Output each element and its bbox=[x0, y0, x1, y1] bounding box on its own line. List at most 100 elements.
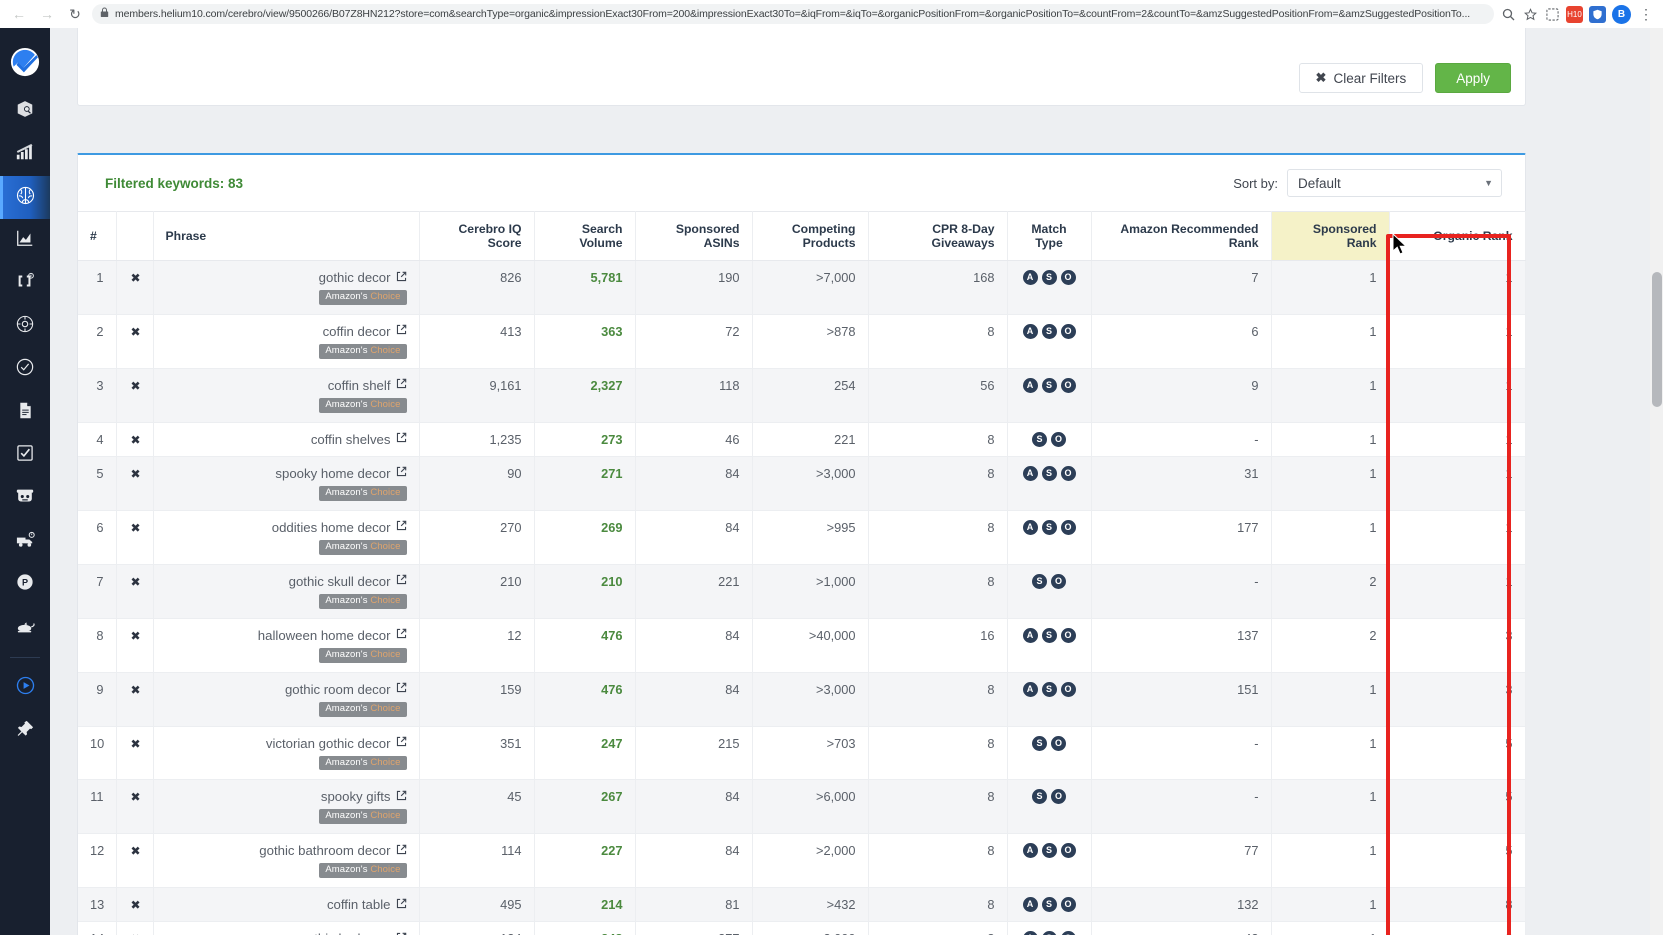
x-icon[interactable]: ✖ bbox=[130, 790, 140, 804]
x-icon[interactable]: ✖ bbox=[130, 683, 140, 697]
phrase-link[interactable]: gothic decor bbox=[319, 270, 407, 285]
x-icon[interactable]: ✖ bbox=[130, 521, 140, 535]
remove-keyword-button[interactable]: ✖ bbox=[116, 422, 154, 457]
sidebar-item-scribbles[interactable] bbox=[0, 305, 50, 348]
address-bar[interactable]: members.helium10.com/cerebro/view/950026… bbox=[92, 4, 1494, 24]
phrase-link[interactable]: spooky home decor bbox=[275, 466, 406, 481]
sidebar-item-profits[interactable]: P bbox=[0, 563, 50, 606]
remove-keyword-button[interactable]: ✖ bbox=[116, 456, 154, 511]
x-icon[interactable]: ✖ bbox=[130, 379, 140, 393]
remove-keyword-button[interactable]: ✖ bbox=[116, 833, 154, 889]
external-link-icon[interactable] bbox=[396, 844, 407, 858]
x-icon[interactable]: ✖ bbox=[130, 737, 140, 751]
column-header-remove[interactable] bbox=[116, 211, 154, 261]
column-header-cpr[interactable]: CPR 8-Day Giveaways bbox=[868, 211, 1008, 261]
sidebar-item-listing-builder[interactable] bbox=[0, 391, 50, 434]
external-link-icon[interactable] bbox=[396, 432, 407, 446]
split-screen-icon[interactable] bbox=[1544, 6, 1560, 22]
sidebar-item-index-checker[interactable] bbox=[0, 348, 50, 391]
x-icon[interactable]: ✖ bbox=[130, 844, 140, 858]
clear-filters-button[interactable]: ✖ Clear Filters bbox=[1298, 63, 1424, 93]
external-link-icon[interactable] bbox=[396, 466, 407, 480]
phrase-link[interactable]: spooky gifts bbox=[321, 789, 407, 804]
remove-keyword-button[interactable]: ✖ bbox=[116, 260, 154, 315]
phrase-link[interactable]: gothic room decor bbox=[285, 682, 407, 697]
external-link-icon[interactable] bbox=[396, 790, 407, 804]
phrase-link[interactable]: gothic skull decor bbox=[289, 574, 407, 589]
sidebar-item-trendster[interactable] bbox=[0, 219, 50, 262]
external-link-icon[interactable] bbox=[396, 628, 407, 642]
remove-keyword-button[interactable]: ✖ bbox=[116, 779, 154, 835]
sidebar-item-black-box[interactable] bbox=[0, 90, 50, 133]
remove-keyword-button[interactable]: ✖ bbox=[116, 314, 154, 369]
remove-keyword-button[interactable]: ✖ bbox=[116, 564, 154, 619]
external-link-icon[interactable] bbox=[396, 520, 407, 534]
sidebar-item-frankenstein[interactable] bbox=[0, 262, 50, 305]
column-header-amz_rank[interactable]: Amazon Recommended Rank bbox=[1091, 211, 1272, 261]
external-link-icon[interactable] bbox=[396, 378, 407, 392]
column-header-match[interactable]: Match Type bbox=[1007, 211, 1092, 261]
phrase-link[interactable]: gothic bathroom decor bbox=[259, 843, 406, 858]
back-arrow-icon[interactable]: ← bbox=[8, 3, 30, 25]
x-icon[interactable]: ✖ bbox=[130, 898, 140, 912]
x-icon[interactable]: ✖ bbox=[130, 629, 140, 643]
column-header-org_rank[interactable]: Organic Rank bbox=[1389, 211, 1526, 261]
x-icon[interactable]: ✖ bbox=[130, 575, 140, 589]
sidebar-item-tutorials[interactable] bbox=[0, 666, 50, 709]
forward-arrow-icon[interactable]: → bbox=[36, 3, 58, 25]
column-header-spon_rank[interactable]: Sponsored Rank bbox=[1271, 211, 1390, 261]
remove-keyword-button[interactable]: ✖ bbox=[116, 510, 154, 565]
external-link-icon[interactable] bbox=[396, 736, 407, 750]
external-link-icon[interactable] bbox=[396, 324, 407, 338]
sidebar-item-keyword-tracker[interactable] bbox=[0, 434, 50, 477]
reload-icon[interactable]: ↻ bbox=[64, 3, 86, 25]
page-scrollbar-track[interactable] bbox=[1650, 28, 1663, 935]
external-link-icon[interactable] bbox=[396, 682, 407, 696]
sort-by-select[interactable]: Default ▼ bbox=[1287, 169, 1502, 197]
external-link-icon[interactable] bbox=[396, 574, 407, 588]
remove-keyword-button[interactable]: ✖ bbox=[116, 726, 154, 781]
phrase-link[interactable]: coffin table bbox=[327, 897, 407, 912]
cell-cpr: 16 bbox=[868, 618, 1008, 673]
page-scrollbar-thumb[interactable] bbox=[1651, 272, 1662, 407]
star-icon[interactable] bbox=[1522, 6, 1538, 22]
x-icon[interactable]: ✖ bbox=[130, 325, 140, 339]
column-header-competing[interactable]: Competing Products bbox=[752, 211, 869, 261]
apply-button[interactable]: Apply bbox=[1435, 63, 1511, 93]
helium10-logo-icon[interactable] bbox=[0, 34, 50, 90]
phrase-link[interactable]: coffin shelves bbox=[311, 432, 407, 447]
sidebar-item-magnet[interactable] bbox=[0, 133, 50, 176]
external-link-icon[interactable] bbox=[396, 898, 407, 912]
column-header-phrase[interactable]: Phrase bbox=[153, 211, 420, 261]
phrase-link[interactable]: oddities home decor bbox=[272, 520, 407, 535]
column-header-num[interactable]: # bbox=[78, 211, 117, 261]
sidebar-item-alerts[interactable] bbox=[0, 477, 50, 520]
remove-keyword-button[interactable]: ✖ bbox=[116, 887, 154, 923]
phrase-link[interactable]: gothic bedroom bbox=[300, 931, 407, 935]
phrase-link[interactable]: halloween home decor bbox=[258, 628, 407, 643]
external-link-icon[interactable] bbox=[396, 271, 407, 285]
kebab-menu-icon[interactable]: ⋮ bbox=[1637, 6, 1655, 23]
sidebar-item-pin[interactable] bbox=[0, 709, 50, 752]
helium10-extension-icon[interactable]: H10 bbox=[1566, 5, 1583, 23]
avatar[interactable]: B bbox=[1612, 4, 1631, 24]
column-header-volume[interactable]: Search Volume bbox=[534, 211, 636, 261]
phrase-link[interactable]: victorian gothic decor bbox=[266, 736, 407, 751]
phrase-link[interactable]: coffin decor bbox=[323, 324, 407, 339]
sidebar-item-cerebro[interactable] bbox=[0, 176, 50, 219]
x-icon[interactable]: ✖ bbox=[130, 271, 140, 285]
remove-keyword-button[interactable]: ✖ bbox=[116, 921, 154, 935]
cell-volume: 2,327 bbox=[534, 368, 636, 423]
sidebar-item-inventory-protector[interactable] bbox=[0, 520, 50, 563]
shield-extension-icon[interactable] bbox=[1589, 5, 1606, 23]
phrase-link[interactable]: coffin shelf bbox=[328, 378, 407, 393]
sidebar-item-adtomic[interactable] bbox=[0, 606, 50, 649]
x-icon[interactable]: ✖ bbox=[130, 467, 140, 481]
column-header-sponsored[interactable]: Sponsored ASINs bbox=[635, 211, 753, 261]
remove-keyword-button[interactable]: ✖ bbox=[116, 672, 154, 727]
column-header-iq[interactable]: Cerebro IQ Score bbox=[419, 211, 535, 261]
remove-keyword-button[interactable]: ✖ bbox=[116, 368, 154, 423]
search-zoom-icon[interactable] bbox=[1500, 6, 1516, 22]
remove-keyword-button[interactable]: ✖ bbox=[116, 618, 154, 673]
x-icon[interactable]: ✖ bbox=[130, 433, 140, 447]
